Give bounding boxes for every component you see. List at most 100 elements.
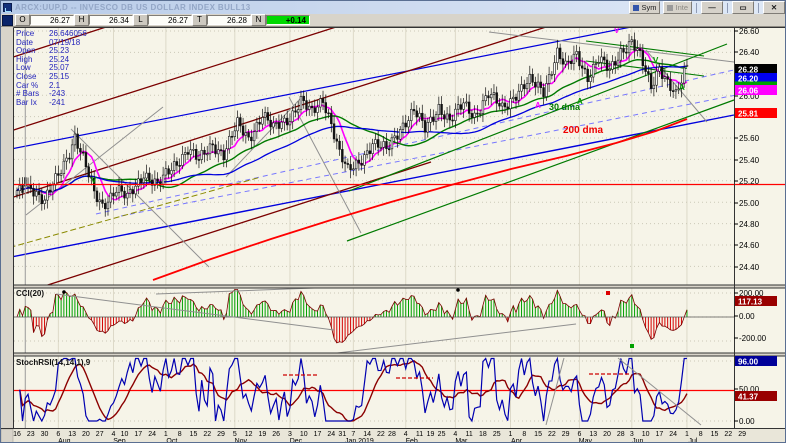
cci-marker-dot (62, 290, 66, 294)
price-axis-label: 26.60 (739, 27, 760, 36)
annotation-V: V (91, 176, 97, 185)
month-label: Apr (511, 438, 523, 443)
price-axis-label: 25.40 (739, 156, 760, 165)
date-tick: 11 (466, 431, 473, 438)
data-window-row: Bar Ix -241 (16, 97, 66, 107)
data-window: Price 26.646056 Date 07/19/18 Open 25.23 High 2… (16, 29, 87, 107)
date-tick: 8 (522, 431, 526, 438)
date-tick: 15 (711, 431, 719, 438)
date-tick: 31 (338, 431, 346, 438)
price-axis-label: 24.40 (739, 263, 760, 272)
date-tick: 4 (112, 431, 116, 438)
date-tick: 20 (603, 431, 611, 438)
price-axis-label: 25.00 (739, 199, 760, 208)
stoch-axis-highlight: 96.00 (738, 358, 759, 367)
date-tick: 10 (642, 431, 650, 438)
date-tick: 4 (404, 431, 408, 438)
date-tick: 4 (453, 431, 457, 438)
date-tick: 25 (438, 431, 446, 438)
date-tick: 25 (493, 431, 501, 438)
date-tick: 3 (630, 431, 634, 438)
date-tick: 14 (363, 431, 371, 438)
app-window: ARCX:UUP,D -- INVESCO DB US DOLLAR INDEX… (0, 0, 786, 443)
price-axis-label: 26.40 (739, 48, 760, 57)
date-tick: 30 (41, 431, 49, 438)
annotation-200-dma: 200 dma (563, 125, 603, 136)
month-label: Oct (166, 438, 177, 443)
cci-marker-dot (456, 288, 460, 292)
date-tick: 1 (164, 431, 168, 438)
month-label: Jan 2019 (345, 438, 374, 443)
date-tick: 22 (548, 431, 556, 438)
date-tick: 1 (685, 431, 689, 438)
date-tick: 24 (669, 431, 677, 438)
annotation-V: V (653, 56, 659, 65)
stoch-panel-label: StochRSI(14,14,1),9 (16, 358, 91, 367)
date-tick: 19 (427, 431, 435, 438)
date-tick: 1 (509, 431, 513, 438)
date-tick: 29 (562, 431, 570, 438)
date-tick: 17 (134, 431, 142, 438)
month-label: Feb (406, 438, 418, 443)
date-tick: 29 (217, 431, 225, 438)
month-label: Mar (455, 438, 468, 443)
date-tick: 20 (82, 431, 90, 438)
date-tick: 12 (245, 431, 253, 438)
date-tick: 17 (655, 431, 663, 438)
cci-marker-square (630, 344, 634, 348)
date-tick: 18 (479, 431, 487, 438)
cci-axis-highlight: 117.13 (738, 298, 763, 307)
date-tick: 24 (327, 431, 335, 438)
date-tick: 22 (724, 431, 732, 438)
price-axis-highlight: 25.81 (738, 110, 759, 119)
month-label: Jun (632, 438, 643, 443)
annotation-A: A (679, 83, 685, 92)
annotation-A: A (535, 101, 541, 110)
date-tick: 8 (178, 431, 182, 438)
date-tick: 6 (56, 431, 60, 438)
price-chart[interactable]: VVVAA A30 dma200 dma26.6026.4026.0025.602… (1, 1, 786, 443)
date-tick: 16 (13, 431, 21, 438)
date-tick: 22 (203, 431, 211, 438)
cci-axis-label: -200.00 (739, 334, 767, 343)
month-label: Jul (688, 438, 697, 443)
date-tick: 17 (314, 431, 322, 438)
date-tick: 3 (288, 431, 292, 438)
price-axis-highlight: 26.06 (738, 87, 759, 96)
price-axis-label: 25.20 (739, 177, 760, 186)
month-label: Aug (58, 438, 71, 443)
date-tick: 22 (377, 431, 385, 438)
date-tick: 13 (68, 431, 76, 438)
price-axis-label: 24.60 (739, 241, 760, 250)
left-gutter (1, 27, 13, 442)
cci-marker-square (606, 291, 610, 295)
date-tick: 7 (351, 431, 355, 438)
annotation-30-dma: 30 dma (549, 102, 581, 112)
month-label: May (579, 438, 593, 443)
date-tick: 15 (534, 431, 542, 438)
date-tick: 29 (738, 431, 746, 438)
month-label: Sep (113, 438, 126, 443)
cci-axis-label: 0.00 (739, 312, 755, 321)
month-label: Dec (290, 438, 303, 443)
date-tick: 27 (96, 431, 104, 438)
date-tick: 15 (190, 431, 198, 438)
price-axis-label: 24.80 (739, 220, 760, 229)
cci-panel-label: CCI(20) (16, 289, 45, 298)
date-tick: 10 (121, 431, 129, 438)
date-tick: 26 (272, 431, 280, 438)
date-tick: 6 (577, 431, 581, 438)
month-label: Nov (235, 438, 248, 443)
stoch-axis-highlight: 41.37 (738, 393, 759, 402)
date-tick: 23 (27, 431, 35, 438)
date-tick: 10 (300, 431, 308, 438)
stoch-axis-label: 0.00 (739, 417, 755, 426)
date-tick: 13 (589, 431, 597, 438)
date-tick: 5 (233, 431, 237, 438)
date-axis-corner (1, 428, 14, 442)
date-tick: 11 (416, 431, 423, 438)
date-tick: 19 (258, 431, 266, 438)
date-tick: 28 (617, 431, 625, 438)
date-tick: 28 (388, 431, 396, 438)
date-tick: 8 (699, 431, 703, 438)
